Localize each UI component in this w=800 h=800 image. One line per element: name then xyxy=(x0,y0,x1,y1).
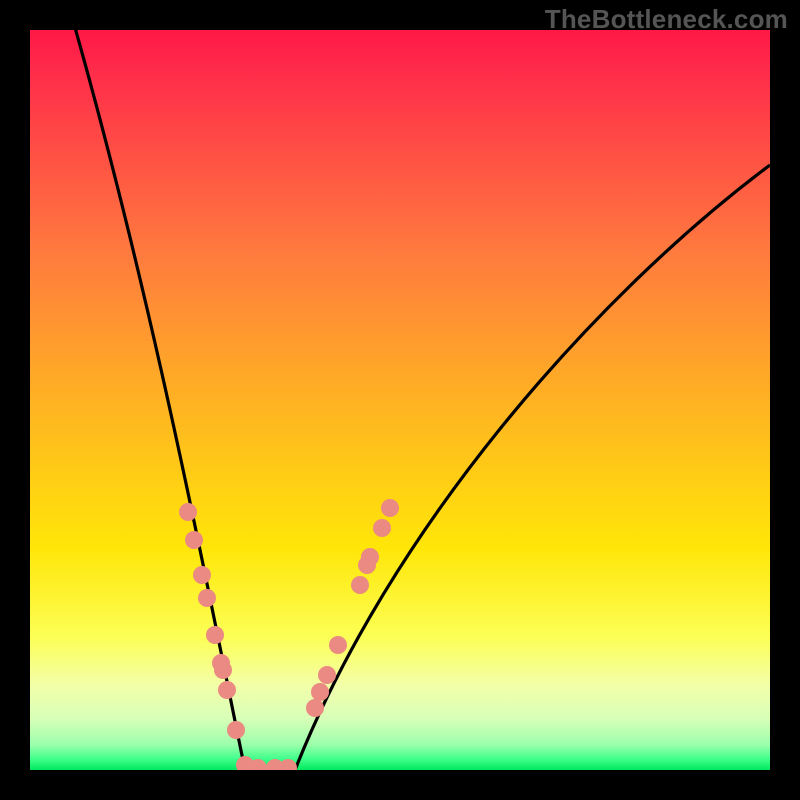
data-dot xyxy=(227,721,245,739)
data-dot xyxy=(279,759,297,770)
data-dot xyxy=(373,519,391,537)
data-dot xyxy=(218,681,236,699)
data-dot xyxy=(318,666,336,684)
data-dot xyxy=(185,531,203,549)
data-dot xyxy=(179,503,197,521)
data-dot xyxy=(311,683,329,701)
data-dot xyxy=(206,626,224,644)
data-dot xyxy=(351,576,369,594)
data-dot xyxy=(193,566,211,584)
data-dot xyxy=(214,661,232,679)
chart-frame xyxy=(30,30,770,770)
right-curve xyxy=(295,165,770,770)
dot-group xyxy=(179,499,399,770)
data-dot xyxy=(198,589,216,607)
data-dot xyxy=(306,699,324,717)
data-dot xyxy=(381,499,399,517)
chart-curves xyxy=(30,30,770,770)
data-dot xyxy=(329,636,347,654)
data-dot xyxy=(361,548,379,566)
